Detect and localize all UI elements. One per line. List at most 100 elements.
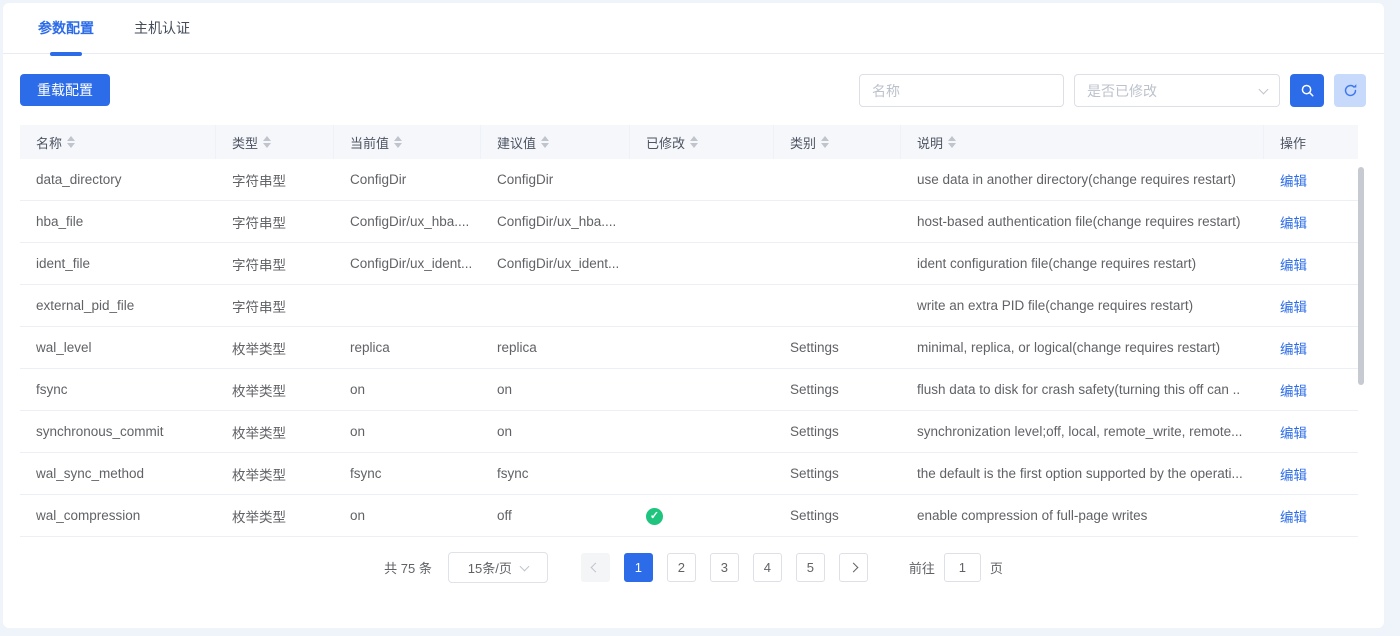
sort-descending-icon[interactable] [690, 143, 698, 148]
tab-label: 参数配置 [38, 18, 94, 38]
sort-ascending-icon[interactable] [948, 136, 956, 141]
cell-suggested-value: replica [481, 340, 630, 355]
page-button-2[interactable]: 2 [667, 553, 696, 582]
edit-button[interactable]: 编辑 [1280, 216, 1307, 231]
chevron-left-icon [590, 563, 600, 573]
sort-descending-icon[interactable] [948, 143, 956, 148]
sort-ascending-icon[interactable] [690, 136, 698, 141]
modified-filter-select[interactable]: 是否已修改 [1074, 74, 1280, 107]
cell-type: 字符串型 [216, 170, 334, 190]
column-header-label: 说明 [917, 133, 943, 152]
column-header[interactable]: 说明 [901, 125, 1264, 159]
search-button[interactable] [1290, 74, 1324, 107]
column-header[interactable]: 类别 [774, 125, 901, 159]
edit-button[interactable]: 编辑 [1280, 258, 1307, 273]
refresh-icon [1343, 83, 1358, 98]
cell-suggested-value: off [481, 508, 630, 523]
page-button-3[interactable]: 3 [710, 553, 739, 582]
sort-descending-icon[interactable] [541, 143, 549, 148]
table-row: data_directory字符串型ConfigDirConfigDiruse … [20, 159, 1358, 201]
cell-type: 枚举类型 [216, 380, 334, 400]
column-header[interactable]: 建议值 [481, 125, 630, 159]
cell-description: ident configuration file(change requires… [901, 256, 1264, 271]
table-scrollbar[interactable] [1358, 167, 1364, 385]
cell-suggested-value: ConfigDir [481, 172, 630, 187]
page-button-4[interactable]: 4 [753, 553, 782, 582]
column-header[interactable]: 类型 [216, 125, 334, 159]
column-header[interactable]: 名称 [20, 125, 216, 159]
sort-ascending-icon[interactable] [821, 136, 829, 141]
sort-descending-icon[interactable] [263, 143, 271, 148]
pagination: 共 75 条 15条/页 12345 前往 页 [3, 552, 1384, 583]
cell-action: 编辑 [1264, 380, 1358, 400]
sort-ascending-icon[interactable] [394, 136, 402, 141]
cell-current-value: on [334, 382, 481, 397]
edit-button[interactable]: 编辑 [1280, 384, 1307, 399]
column-header[interactable]: 已修改 [630, 125, 774, 159]
cell-description: write an extra PID file(change requires … [901, 298, 1264, 313]
cell-description: minimal, replica, or logical(change requ… [901, 340, 1264, 355]
tab-label: 主机认证 [134, 18, 190, 38]
cell-action: 编辑 [1264, 422, 1358, 442]
cell-name: external_pid_file [20, 298, 216, 313]
cell-action: 编辑 [1264, 254, 1358, 274]
cell-type: 字符串型 [216, 254, 334, 274]
refresh-button[interactable] [1334, 74, 1366, 107]
cell-name: wal_compression [20, 508, 216, 523]
tab-host-auth[interactable]: 主机认证 [134, 3, 190, 54]
edit-button[interactable]: 编辑 [1280, 174, 1307, 189]
cell-current-value: on [334, 508, 481, 523]
cell-suggested-value: on [481, 382, 630, 397]
page-size-select[interactable]: 15条/页 [448, 552, 548, 583]
column-header-label: 建议值 [497, 133, 536, 152]
sort-descending-icon[interactable] [67, 143, 75, 148]
cell-name: wal_level [20, 340, 216, 355]
tab-bar: 参数配置 主机认证 [3, 3, 1384, 54]
chevron-right-icon [848, 563, 858, 573]
table-row: wal_sync_method枚举类型fsyncfsyncSettingsthe… [20, 453, 1358, 495]
column-header: 操作 [1264, 125, 1358, 159]
next-page-button[interactable] [839, 553, 868, 582]
sort-descending-icon[interactable] [821, 143, 829, 148]
column-header-label: 操作 [1280, 133, 1306, 152]
cell-type: 枚举类型 [216, 338, 334, 358]
cell-type: 枚举类型 [216, 506, 334, 526]
jump-page-input[interactable] [944, 553, 981, 582]
search-icon [1300, 83, 1315, 98]
cell-type: 字符串型 [216, 212, 334, 232]
page-button-1[interactable]: 1 [624, 553, 653, 582]
cell-modified: ✓ [630, 507, 774, 525]
sort-ascending-icon[interactable] [67, 136, 75, 141]
content-card: 参数配置 主机认证 重载配置 是否已修改 [3, 3, 1384, 628]
cell-action: 编辑 [1264, 506, 1358, 526]
sort-ascending-icon[interactable] [541, 136, 549, 141]
cell-description: the default is the first option supporte… [901, 466, 1264, 481]
sort-ascending-icon[interactable] [263, 136, 271, 141]
reload-config-button[interactable]: 重载配置 [20, 74, 110, 106]
column-header[interactable]: 当前值 [334, 125, 481, 159]
cell-action: 编辑 [1264, 338, 1358, 358]
cell-type: 字符串型 [216, 296, 334, 316]
edit-button[interactable]: 编辑 [1280, 468, 1307, 483]
page-button-5[interactable]: 5 [796, 553, 825, 582]
edit-button[interactable]: 编辑 [1280, 300, 1307, 315]
edit-button[interactable]: 编辑 [1280, 510, 1307, 525]
sort-carets [541, 136, 549, 148]
cell-current-value: ConfigDir/ux_ident... [334, 256, 481, 271]
cell-suggested-value: ConfigDir/ux_ident... [481, 256, 630, 271]
cell-suggested-value: on [481, 424, 630, 439]
column-header-label: 类别 [790, 133, 816, 152]
edit-button[interactable]: 编辑 [1280, 342, 1307, 357]
edit-button[interactable]: 编辑 [1280, 426, 1307, 441]
sort-descending-icon[interactable] [394, 143, 402, 148]
cell-current-value: ConfigDir/ux_hba.... [334, 214, 481, 229]
name-filter-input[interactable] [859, 74, 1064, 107]
prev-page-button[interactable] [581, 553, 610, 582]
cell-name: fsync [20, 382, 216, 397]
cell-name: synchronous_commit [20, 424, 216, 439]
table-row: synchronous_commit枚举类型ononSettingssynchr… [20, 411, 1358, 453]
tab-parameter-config[interactable]: 参数配置 [38, 3, 94, 54]
cell-category: Settings [774, 382, 901, 397]
cell-current-value: on [334, 424, 481, 439]
column-header-label: 名称 [36, 133, 62, 152]
